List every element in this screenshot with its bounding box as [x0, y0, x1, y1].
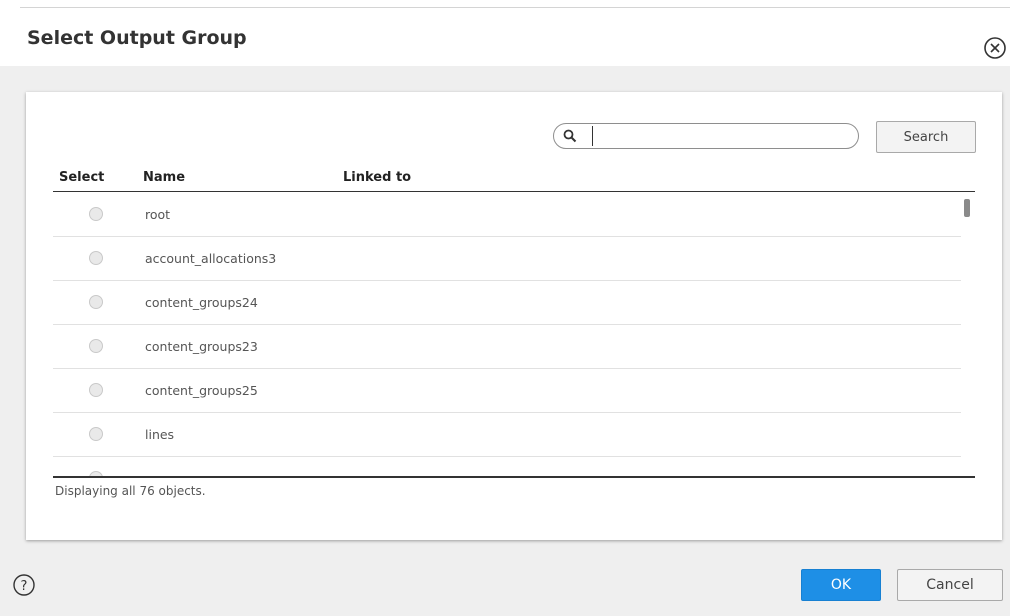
- row-name: content_groups23: [145, 339, 258, 354]
- table-row[interactable]: account_allocations3: [53, 237, 961, 281]
- select-radio[interactable]: [89, 383, 103, 397]
- table-row-partial[interactable]: [53, 457, 961, 476]
- objects-count-status: Displaying all 76 objects.: [55, 484, 206, 498]
- column-header-select: Select: [59, 170, 105, 185]
- row-name: lines: [145, 427, 175, 442]
- row-name: root: [145, 207, 171, 222]
- table-header: Select Name Linked to: [53, 164, 975, 192]
- column-header-linked-to: Linked to: [343, 170, 412, 185]
- dialog-header: Select Output Group: [0, 8, 1010, 66]
- select-radio[interactable]: [89, 427, 103, 441]
- search-icon: [563, 129, 577, 143]
- table-row[interactable]: root: [53, 193, 961, 237]
- search-button[interactable]: Search: [876, 121, 976, 153]
- search-box[interactable]: [553, 123, 859, 149]
- table-body[interactable]: root account_allocations3 content_groups…: [53, 193, 975, 476]
- row-name: account_allocations3: [145, 251, 277, 266]
- dialog-body: Search Select Name Linked to root accoun…: [0, 66, 1010, 616]
- help-circle-icon: ?: [13, 574, 35, 596]
- select-radio[interactable]: [89, 207, 103, 221]
- select-output-group-dialog: Select Output Group Search Select Name L…: [0, 0, 1010, 616]
- table-bottom-divider: [53, 476, 975, 478]
- content-panel: Search Select Name Linked to root accoun…: [26, 92, 1002, 540]
- select-radio[interactable]: [89, 251, 103, 265]
- scrollbar-thumb[interactable]: [964, 199, 970, 217]
- table-row[interactable]: content_groups24: [53, 281, 961, 325]
- select-radio[interactable]: [89, 339, 103, 353]
- output-group-table: Select Name Linked to root account_alloc…: [53, 164, 975, 478]
- column-header-name: Name: [143, 170, 186, 185]
- svg-text:?: ?: [21, 579, 28, 594]
- cancel-button[interactable]: Cancel: [897, 569, 1003, 601]
- table-row[interactable]: lines: [53, 413, 961, 457]
- close-circle-icon: [984, 37, 1006, 59]
- table-row[interactable]: content_groups23: [53, 325, 961, 369]
- ok-button[interactable]: OK: [801, 569, 881, 601]
- table-row[interactable]: content_groups25: [53, 369, 961, 413]
- select-radio[interactable]: [89, 295, 103, 309]
- search-input[interactable]: [592, 126, 850, 146]
- row-name: content_groups24: [145, 295, 258, 310]
- row-name: content_groups25: [145, 383, 258, 398]
- dialog-title: Select Output Group: [27, 27, 247, 49]
- close-button[interactable]: [983, 36, 1007, 60]
- help-button[interactable]: ?: [12, 573, 36, 597]
